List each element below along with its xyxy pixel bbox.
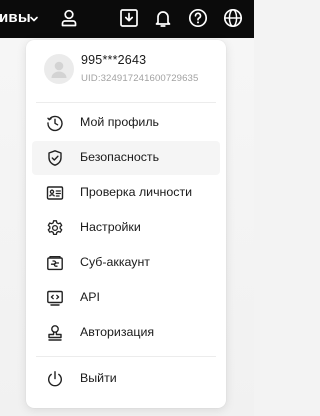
menu-item-logout[interactable]: Выйти [32,362,220,396]
menu-item-label: Мой профиль [80,115,160,129]
api-code-icon [46,289,64,307]
menu-item-authorization[interactable]: Авторизация [32,316,220,350]
top-nav-partial-label[interactable]: ивы [0,9,31,26]
menu-item-label: Проверка личности [80,185,193,199]
help-icon[interactable] [187,7,209,29]
sub-account-icon [46,254,64,272]
stamp-icon [46,324,64,342]
profile-header[interactable]: 995***2643 UID:324917241600729635 [26,40,226,98]
avatar [44,54,74,84]
menu-item-settings[interactable]: Настройки [32,211,220,245]
shield-check-icon [46,149,64,167]
chevron-down-icon[interactable] [28,12,40,24]
menu-item-api[interactable]: API [32,281,220,315]
menu-item-label: Авторизация [80,325,155,339]
bell-icon[interactable] [152,7,174,29]
globe-icon[interactable] [222,7,244,29]
user-id: UID:324917241600729635 [81,73,199,84]
menu-item-identity-verification[interactable]: Проверка личности [32,176,220,210]
menu-item-sub-account[interactable]: Суб-аккаунт [32,246,220,280]
gear-icon [46,219,64,237]
menu-item-label: Настройки [80,220,141,234]
logout-label: Выйти [80,371,117,385]
menu-item-label: Безопасность [80,150,160,164]
history-clock-icon [46,114,64,132]
menu-item-label: Суб-аккаунт [80,255,150,269]
divider [36,102,216,103]
id-card-icon [46,184,64,202]
menu-item-my-profile[interactable]: Мой профиль [32,106,220,140]
menu-item-label: API [80,290,100,304]
account-dropdown-menu: 995***2643 UID:324917241600729635 Мой пр… [26,40,226,408]
top-navigation-bar: ивы [0,0,254,38]
download-icon[interactable] [119,8,139,28]
user-icon[interactable] [58,7,80,29]
username: 995***2643 [81,53,147,67]
menu-item-security[interactable]: Безопасность [32,141,220,175]
divider [36,356,216,357]
power-icon [46,370,64,388]
